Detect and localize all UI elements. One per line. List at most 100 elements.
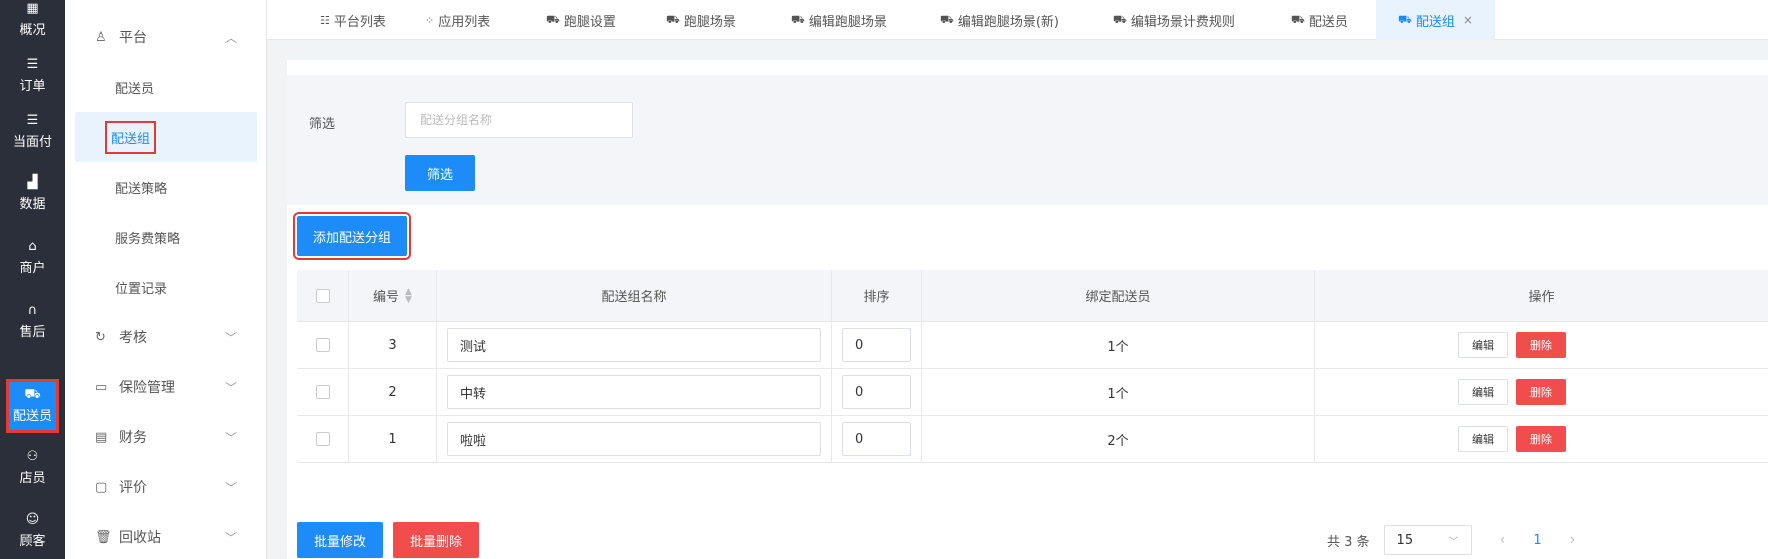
sidebar-item-courier[interactable]: 配送员 — [65, 62, 267, 112]
row-checkbox[interactable] — [315, 338, 330, 352]
row-bound-couriers[interactable]: 1个 — [922, 369, 1315, 415]
nav-item-courier[interactable]: ⛟ 配送员 — [6, 379, 59, 433]
nav-item-facepay[interactable]: ☰ 当面付 — [0, 104, 65, 160]
nav-label: 顾客 — [19, 534, 46, 549]
nav-label: 订单 — [19, 79, 46, 94]
row-id: 2 — [349, 369, 437, 415]
nav-item-merchant[interactable]: ⌂ 商户 — [0, 230, 65, 286]
scooter-icon: ⛟ — [546, 12, 560, 26]
tab-courier[interactable]: ⛟ 配送员 — [1291, 0, 1348, 40]
tab-app-list[interactable]: ⁘ 应用列表 — [425, 0, 490, 40]
sliders-icon: ☷ — [320, 13, 330, 27]
group-name-input[interactable] — [447, 375, 821, 409]
group-name-input[interactable] — [447, 328, 821, 362]
section-platform[interactable]: ♙ 平台 ︿ — [65, 12, 267, 62]
refresh-icon: ↻ — [95, 329, 106, 345]
nav-item-orders[interactable]: ☰ 订单 — [0, 48, 65, 104]
sidebar-item-fee-strategy[interactable]: 服务费策略 — [65, 212, 267, 262]
section-insurance[interactable]: ▭ 保险管理 ﹀ — [65, 362, 267, 412]
tab-errand-scenes[interactable]: ⛟ 跑腿场景 — [666, 0, 736, 40]
nav-label: 概况 — [19, 23, 46, 38]
chevron-down-icon: ﹀ — [224, 430, 237, 445]
nav-item-data[interactable]: ▟ 数据 — [0, 166, 65, 222]
row-select-cell — [297, 322, 349, 368]
section-recycle-bin[interactable]: 🗑 回收站 ﹀ — [65, 512, 267, 559]
delete-button[interactable]: 删除 — [1516, 332, 1566, 358]
sidebar-item-location-log[interactable]: 位置记录 — [65, 262, 267, 312]
bulk-edit-button[interactable]: 批量修改 — [297, 522, 383, 558]
header-label: 排序 — [863, 290, 890, 305]
scooter-icon: ⛟ — [24, 387, 41, 402]
main-nav: ▦ 概况 ☰ 订单 ☰ 当面付 ▟ 数据 ⌂ 商户 ∩ 售后 ⛟ 配送员 ⚇ 店… — [0, 0, 65, 559]
nav-item-overview[interactable]: ▦ 概况 — [0, 0, 65, 40]
page-size-value: 15 — [1396, 532, 1414, 548]
group-name-filter-input[interactable] — [405, 102, 633, 138]
grid-icon: ▦ — [26, 1, 39, 16]
filter-section: 筛选 筛选 — [287, 75, 1768, 205]
page-size-select[interactable]: 15 ﹀ — [1383, 525, 1472, 555]
row-actions: 编辑 删除 — [1315, 369, 1768, 415]
tab-platform-list[interactable]: ☷ 平台列表 — [320, 0, 386, 40]
scooter-icon: ⛟ — [940, 12, 954, 26]
table-header: 编号 ▲ ▼ 配送组名称 排序 绑定配送员 操作 — [297, 270, 1768, 322]
row-name-cell — [437, 369, 832, 415]
close-icon[interactable]: × — [1463, 13, 1473, 27]
header-actions: 操作 — [1315, 270, 1768, 321]
row-bound-couriers[interactable]: 2个 — [922, 416, 1315, 462]
sort-input[interactable] — [842, 328, 911, 362]
sort-input[interactable] — [842, 422, 911, 456]
bulk-delete-button[interactable]: 批量删除 — [393, 522, 479, 558]
nav-label: 店员 — [19, 471, 46, 486]
header-id[interactable]: 编号 ▲ ▼ — [349, 270, 437, 321]
row-checkbox[interactable] — [315, 385, 330, 399]
row-bound-couriers[interactable]: 1个 — [922, 322, 1315, 368]
row-id: 3 — [349, 322, 437, 368]
wallet-icon: ▤ — [95, 429, 108, 445]
row-sort-cell — [832, 416, 922, 462]
nav-item-aftersale[interactable]: ∩ 售后 — [0, 294, 65, 350]
sort-icon[interactable]: ▲ ▼ — [405, 287, 412, 304]
group-name-input[interactable] — [447, 422, 821, 456]
row-select-cell — [297, 416, 349, 462]
content-panel: 筛选 筛选 添加配送分组 编号 ▲▼ 配送组名称 排序 — [287, 60, 1768, 559]
list-icon: ☰ — [26, 113, 39, 128]
select-all-checkbox[interactable] — [315, 288, 330, 303]
tab-label: 配送员 — [1308, 14, 1348, 30]
row-select-cell — [297, 369, 349, 415]
section-label: 保险管理 — [119, 380, 175, 396]
delete-button[interactable]: 删除 — [1516, 426, 1566, 452]
section-assessment[interactable]: ↻ 考核 ﹀ — [65, 312, 267, 362]
sort-input[interactable] — [842, 375, 911, 409]
chevron-down-icon: ﹀ — [224, 480, 237, 495]
total-count: 共 3 条 — [1327, 534, 1370, 550]
row-id: 1 — [349, 416, 437, 462]
tab-edit-scene-billing[interactable]: ⛟ 编辑场景计费规则 — [1113, 0, 1235, 40]
sidebar-item-delivery-strategy[interactable]: 配送策略 — [65, 162, 267, 212]
add-delivery-group-button[interactable]: 添加配送分组 — [293, 212, 411, 260]
filter-label: 筛选 — [309, 117, 336, 132]
tab-edit-errand-scene-new[interactable]: ⛟ 编辑跑腿场景(新) — [940, 0, 1059, 40]
nav-item-customer[interactable]: ☺ 顾客 — [0, 503, 65, 559]
edit-button[interactable]: 编辑 — [1458, 379, 1508, 405]
edit-button[interactable]: 编辑 — [1458, 426, 1508, 452]
section-finance[interactable]: ▤ 财务 ﹀ — [65, 412, 267, 462]
tab-errand-settings[interactable]: ⛟ 跑腿设置 — [546, 0, 616, 40]
sidebar-item-courier-group[interactable]: 配送组 — [75, 112, 257, 162]
prev-page-icon[interactable]: ‹ — [1488, 532, 1518, 548]
filter-button[interactable]: 筛选 — [405, 155, 475, 191]
nav-item-staff[interactable]: ⚇ 店员 — [0, 440, 65, 496]
tab-edit-errand-scene[interactable]: ⛟ 编辑跑腿场景 — [791, 0, 887, 40]
tab-courier-group[interactable]: ⛟ 配送组 × — [1376, 0, 1495, 40]
edit-button[interactable]: 编辑 — [1458, 332, 1508, 358]
row-checkbox[interactable] — [315, 432, 330, 446]
tab-label: 编辑跑腿场景(新) — [957, 14, 1059, 30]
chevron-down-icon: ﹀ — [224, 530, 237, 545]
main-content: 筛选 筛选 添加配送分组 编号 ▲▼ 配送组名称 排序 — [267, 40, 1768, 559]
nav-label: 售后 — [19, 325, 46, 340]
section-review[interactable]: ▢ 评价 ﹀ — [65, 462, 267, 512]
delete-button[interactable]: 删除 — [1516, 379, 1566, 405]
tab-label: 跑腿场景 — [683, 14, 736, 30]
page-number[interactable]: 1 — [1518, 533, 1558, 548]
next-page-icon[interactable]: › — [1558, 532, 1588, 548]
table-row: 1 2个 编辑 删除 — [297, 416, 1768, 463]
